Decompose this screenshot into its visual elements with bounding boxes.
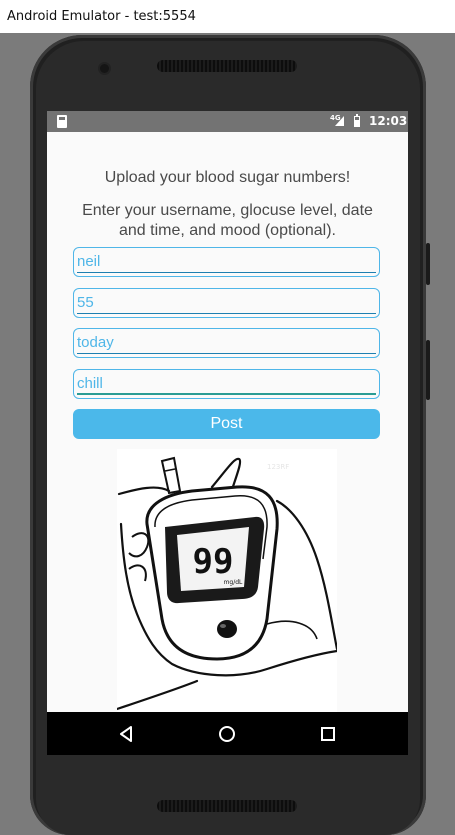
glucose-meter-illustration: 123RF 123RF 99 mg/dL [115,449,339,712]
instructions-text: Enter your username, glocuse level, date… [82,202,373,239]
status-bar: 4G 12:03 [47,111,408,132]
power-button[interactable] [426,243,430,285]
svg-text:123RF: 123RF [267,463,289,471]
home-icon[interactable] [216,723,238,745]
mood-field[interactable] [73,369,380,399]
emulator-window-title: Android Emulator - test:5554 [0,0,455,33]
top-speaker [157,60,297,72]
bottom-speaker [157,800,297,812]
datetime-input[interactable] [77,332,376,354]
glucose-meter-drawing: 123RF 123RF 99 mg/dL [115,449,339,712]
page-heading: Upload your blood sugar numbers! [104,169,351,186]
meter-unit: mg/dL [224,579,243,586]
volume-button[interactable] [426,340,430,400]
meter-reading: 99 [193,542,234,582]
post-button[interactable]: Post [73,409,380,439]
datetime-field[interactable] [73,328,380,358]
sd-card-icon [57,115,67,128]
glucose-input[interactable] [77,292,376,314]
battery-icon [354,114,360,127]
front-camera [100,64,109,73]
glucose-field[interactable] [73,288,380,318]
device-screen: 4G 12:03 Upload your blood sugar numbers… [47,111,408,755]
recents-icon[interactable] [317,723,339,745]
signal-icon [335,116,344,126]
status-time: 12:03 [369,114,408,128]
android-nav-bar [47,712,408,755]
mood-input[interactable] [77,373,376,395]
back-icon[interactable] [115,723,137,745]
username-input[interactable] [77,251,376,273]
username-field[interactable] [73,247,380,277]
app-content: Upload your blood sugar numbers! Enter y… [47,132,408,712]
